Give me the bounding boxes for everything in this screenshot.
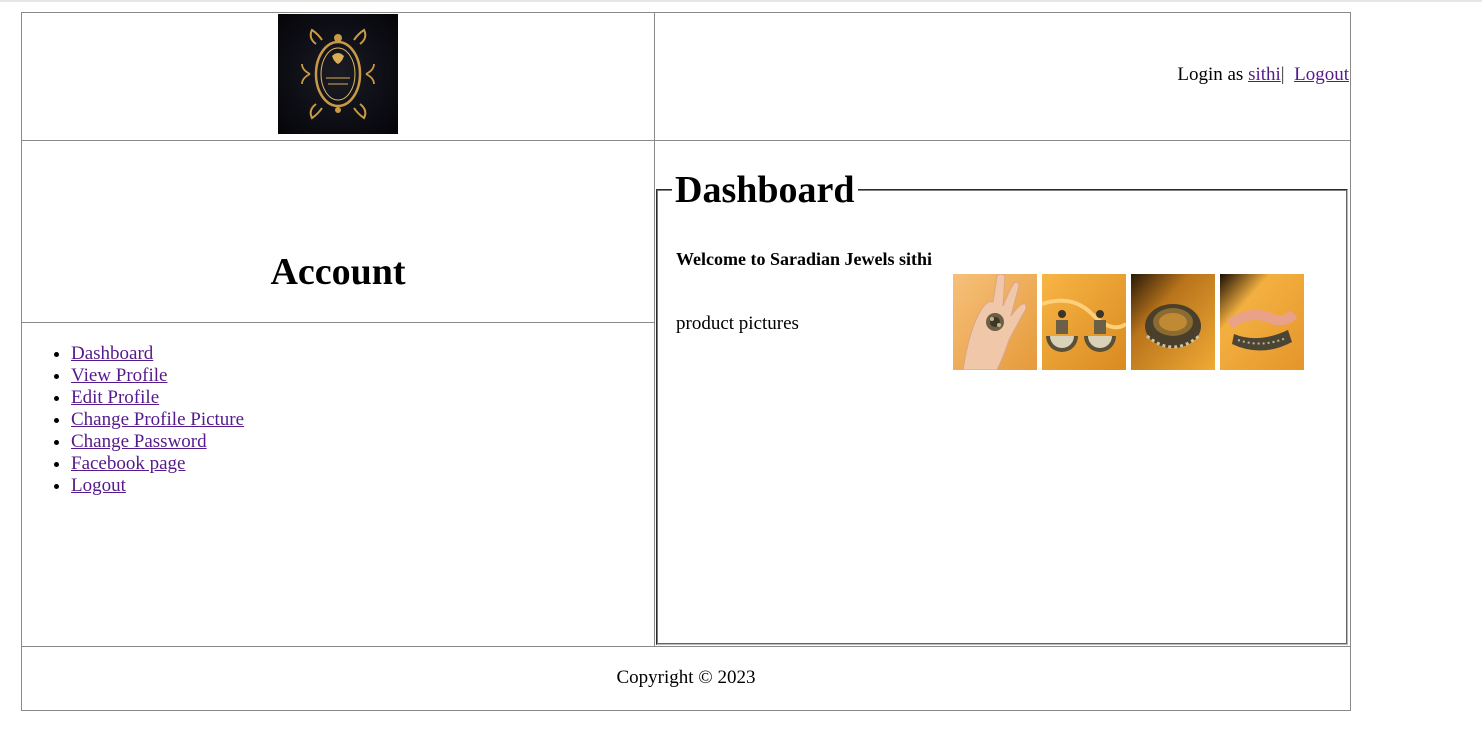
earrings-photo-icon [1042,274,1126,370]
product-pictures-label: product pictures [676,313,799,334]
sidebar-logout-link[interactable]: Logout [71,475,126,496]
menu-item-edit-profile: Edit Profile [71,387,244,409]
dashboard-link[interactable]: Dashboard [71,343,153,364]
login-status: Login as sithi| Logout [1177,64,1349,86]
view-profile-link[interactable]: View Profile [71,365,167,386]
header-divider [22,140,1350,141]
menu-item-facebook-page: Facebook page [71,453,244,475]
menu-item-logout: Logout [71,475,244,497]
menu-item-change-password: Change Password [71,431,244,453]
change-password-link[interactable]: Change Password [71,431,207,452]
account-title: Account [270,251,406,293]
username-link[interactable]: sithi [1248,64,1281,85]
saradian-jewels-logo-icon [278,14,398,134]
bracelet-photo-icon [1220,274,1304,370]
header-logout-link[interactable]: Logout [1294,64,1349,85]
browser-top-line [0,0,1482,2]
login-prefix: Login as [1177,64,1244,85]
footer-divider [22,646,1350,647]
menu-item-view-profile: View Profile [71,365,244,387]
change-profile-picture-link[interactable]: Change Profile Picture [71,409,244,430]
ring-photo-icon [953,274,1037,370]
login-separator: | [1280,64,1285,85]
welcome-message: Welcome to Saradian Jewels sithi [676,249,932,269]
account-divider [22,322,654,323]
column-divider [654,13,655,646]
menu-item-dashboard: Dashboard [71,343,244,365]
footer-copyright: Copyright © 2023 [616,667,756,688]
dashboard-legend: Dashboard [672,168,858,212]
menu-item-change-profile-picture: Change Profile Picture [71,409,244,431]
account-menu: Dashboard View Profile Edit Profile Chan… [51,343,244,497]
edit-profile-link[interactable]: Edit Profile [71,387,159,408]
facebook-page-link[interactable]: Facebook page [71,453,185,474]
bangle-photo-icon [1131,274,1215,370]
